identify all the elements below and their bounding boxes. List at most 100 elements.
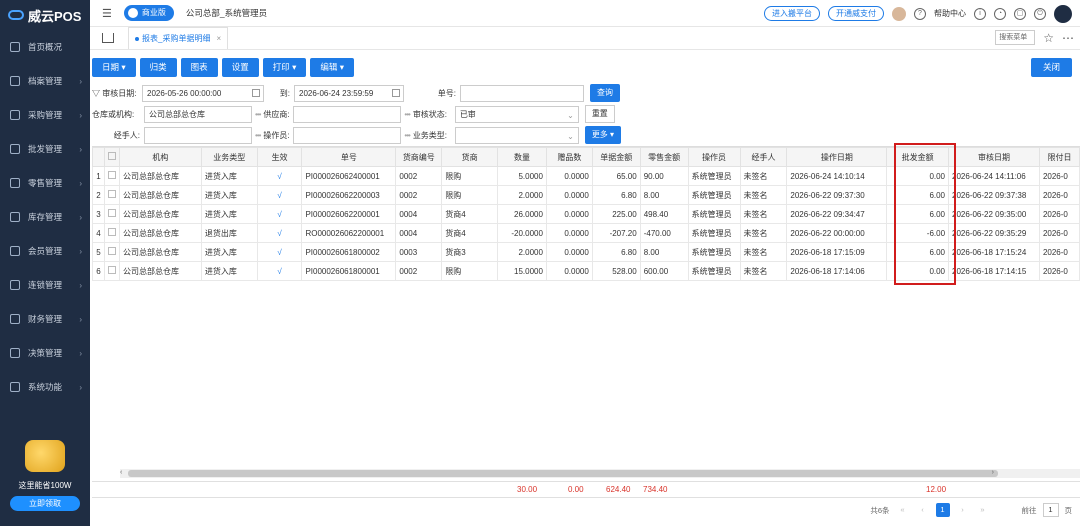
close-tab-icon[interactable]: × [216, 28, 221, 50]
collapse-menu-icon[interactable]: ☰ [102, 7, 112, 20]
sidebar-item-5[interactable]: 库存管理 › [0, 200, 90, 234]
biz-type-select[interactable]: ⌄ [454, 126, 579, 144]
scroll-right-icon[interactable]: › [992, 469, 994, 476]
cell-sup-no: 0004 [395, 204, 443, 224]
row-checkbox[interactable] [103, 261, 120, 281]
column-header[interactable]: 单号 [301, 147, 397, 167]
star-icon[interactable]: ☆ [1043, 31, 1054, 45]
supplier-picker-icon[interactable]: ••• [404, 110, 410, 119]
sidebar-item-1[interactable]: 档案管理 › [0, 64, 90, 98]
tab-purchase-detail[interactable]: 报表_采购单据明细 × [128, 27, 229, 50]
chevron-right-icon: › [79, 76, 82, 86]
home-icon[interactable] [102, 33, 114, 43]
column-header[interactable]: 数量 [497, 147, 547, 167]
cell-amt: 65.00 [591, 166, 641, 186]
more-filters-button[interactable]: 更多 ▾ [584, 126, 622, 144]
query-button[interactable]: 查询 [590, 84, 620, 102]
row-checkbox[interactable] [103, 166, 120, 186]
row-checkbox[interactable] [103, 242, 120, 262]
column-header[interactable]: 经手人 [739, 147, 788, 167]
row-checkbox[interactable] [103, 204, 120, 224]
date-from-input[interactable]: 2026-05-26 00:00:00 [142, 84, 264, 102]
org-picker-icon[interactable]: ••• [255, 110, 261, 119]
header-checkbox[interactable] [103, 147, 120, 167]
more-icon[interactable]: ⋯ [1062, 31, 1074, 45]
sidebar-item-10[interactable]: 系统功能 › [0, 370, 90, 404]
calendar-icon[interactable] [392, 88, 400, 97]
sidebar-item-4[interactable]: 零售管理 › [0, 166, 90, 200]
row-checkbox[interactable] [103, 185, 120, 205]
help-icon[interactable]: ? [914, 7, 926, 20]
operator-input[interactable] [293, 126, 402, 144]
prev-page-icon[interactable]: ‹ [916, 503, 930, 517]
date-button[interactable]: 日期 ▾ [92, 58, 136, 77]
first-page-icon[interactable]: « [896, 503, 910, 517]
group-button[interactable]: 归类 [139, 58, 177, 77]
diamond-icon [127, 8, 138, 18]
edit-button[interactable]: 编辑 ▾ [310, 58, 355, 77]
horizontal-scrollbar[interactable]: ‹ › [120, 469, 1080, 478]
operator-picker-icon[interactable]: ••• [404, 131, 410, 140]
open-pay-button[interactable]: 开通威支付 [828, 6, 884, 21]
reset-button[interactable]: 重置 [584, 105, 615, 123]
sidebar-item-6[interactable]: 会员管理 › [0, 234, 90, 268]
org-input[interactable]: 公司总部总仓库 [144, 105, 252, 123]
help-center-link[interactable]: 帮助中心 [934, 8, 966, 19]
calendar-icon[interactable] [252, 88, 260, 97]
edition-badge[interactable]: 商业版 [123, 5, 174, 21]
sidebar-item-7[interactable]: 连锁管理 › [0, 268, 90, 302]
column-header[interactable]: 货商编号 [395, 147, 443, 167]
goto-page-input[interactable]: 1 [1042, 503, 1059, 517]
last-page-icon[interactable]: » [976, 503, 990, 517]
doc-no-input[interactable] [460, 84, 584, 102]
cell-op-date: 2026-06-24 14:10:14 [786, 166, 888, 186]
column-header[interactable]: 操作日期 [786, 147, 888, 167]
settings-button[interactable]: 设置 [221, 58, 259, 77]
column-header[interactable]: 生效 [256, 147, 303, 167]
column-header[interactable]: 操作员 [687, 147, 741, 167]
lock-icon[interactable]: ▢ [1014, 7, 1026, 20]
column-header[interactable]: 机构 [118, 147, 202, 167]
print-button[interactable]: 打印 ▾ [262, 58, 307, 77]
org-label: 仓库或机构: [92, 109, 135, 119]
row-number: 3 [92, 204, 105, 224]
sidebar-item-3[interactable]: 批发管理 › [0, 132, 90, 166]
column-header[interactable]: 赠品数 [545, 147, 593, 167]
date-to-input[interactable]: 2026-06-24 23:59:59 [294, 84, 404, 102]
column-header[interactable]: 业务类型 [200, 147, 258, 167]
chevron-down-icon: ⌄ [567, 131, 574, 141]
chart-button[interactable]: 图表 [180, 58, 218, 77]
column-header[interactable]: 审核日期 [948, 147, 1040, 167]
scrollbar-thumb[interactable] [128, 470, 998, 477]
sidebar-item-2[interactable]: 采购管理 › [0, 98, 90, 132]
column-header[interactable]: 单据金额 [591, 147, 641, 167]
column-header[interactable]: 限付日 [1038, 147, 1080, 167]
close-button[interactable]: 关闭 [1030, 58, 1072, 77]
bell-icon[interactable]: ◔ [994, 7, 1006, 20]
promo-claim-button[interactable]: 立即领取 [10, 496, 80, 511]
menu-search-input[interactable]: 搜索菜单 [995, 30, 1036, 45]
page-button-current[interactable]: 1 [935, 503, 950, 517]
cell-op: 系统管理员 [687, 223, 741, 243]
column-header[interactable]: 零售金额 [639, 147, 689, 167]
next-page-icon[interactable]: › [956, 503, 970, 517]
app-logo[interactable]: 威云POS [0, 0, 90, 30]
sidebar-item-0[interactable]: 首页概况 [0, 30, 90, 64]
sidebar-item-8[interactable]: 财务管理 › [0, 302, 90, 336]
nav-icon [10, 280, 20, 290]
handler-picker-icon[interactable]: ••• [255, 131, 261, 140]
info-icon[interactable]: i [974, 7, 986, 20]
column-header[interactable]: 货商 [441, 147, 499, 167]
user-avatar[interactable] [892, 6, 906, 21]
power-icon[interactable]: ⏻ [1034, 7, 1046, 20]
biz-type-label: 业务类型: [412, 130, 448, 140]
audit-status-select[interactable]: 已审 ⌄ [454, 105, 579, 123]
sidebar-item-9[interactable]: 决策管理 › [0, 336, 90, 370]
enter-platform-button[interactable]: 进入搬平台 [764, 6, 820, 21]
filter-row-2: 仓库或机构: 公司总部总仓库 ••• 供应商: ••• 审核状态: 已审 ⌄ 重置 [92, 105, 615, 123]
account-avatar[interactable] [1054, 4, 1072, 23]
handler-input[interactable] [144, 126, 252, 144]
supplier-input[interactable] [293, 105, 402, 123]
row-checkbox[interactable] [103, 223, 120, 243]
scroll-left-icon[interactable]: ‹ [120, 469, 122, 476]
